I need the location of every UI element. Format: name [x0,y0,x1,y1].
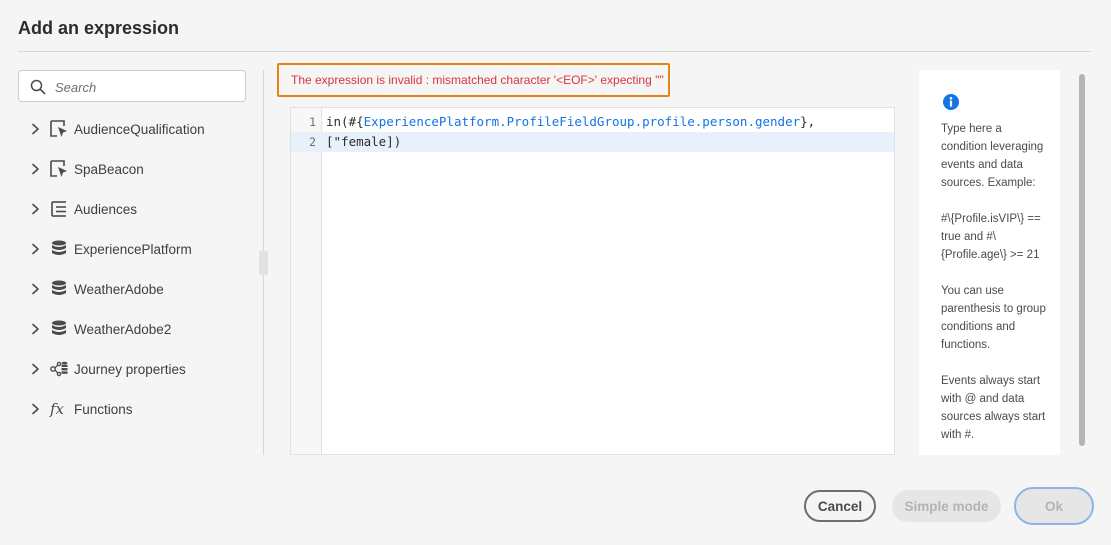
tree-item-label: WeatherAdobe [74,281,164,297]
data-source-tree: AudienceQualification SpaBeacon Audience… [26,109,256,429]
chevron-right-icon[interactable] [26,360,44,378]
tree-item-journey-properties[interactable]: Journey properties [26,349,256,389]
tree-item-label: Audiences [74,201,138,217]
simple-mode-button[interactable]: Simple mode [892,490,1001,522]
tree-item-label: Journey properties [74,361,186,377]
dialog-title: Add an expression [18,18,180,38]
editor-line[interactable]: 1 in(#{ExperiencePlatform.ProfileFieldGr… [291,112,894,132]
code-field-path: ExperiencePlatform.ProfileFieldGroup.pro… [363,114,801,129]
tree-item-weatheradobe[interactable]: WeatherAdobe [26,269,256,309]
search-input[interactable] [53,75,242,99]
tree-item-spabeacon[interactable]: SpaBeacon [26,149,256,189]
ok-button[interactable]: Ok [1014,487,1094,525]
help-panel: Type here a condition leveraging events … [919,70,1060,455]
tree-item-audiences[interactable]: Audiences [26,189,256,229]
list-tree-icon [48,198,70,220]
help-scrollbar[interactable] [1076,70,1088,455]
chevron-right-icon[interactable] [26,320,44,338]
search-box[interactable] [18,70,246,102]
function-icon: fx [48,398,70,420]
chevron-right-icon[interactable] [26,280,44,298]
code-suffix: }, [800,114,816,129]
event-cursor-icon [48,118,70,140]
journey-properties-icon [48,358,70,380]
cancel-button[interactable]: Cancel [804,490,876,522]
database-icon [48,238,70,260]
chevron-right-icon[interactable] [26,240,44,258]
chevron-right-icon[interactable] [26,200,44,218]
code-text: in(#{ExperiencePlatform.ProfileFieldGrou… [326,112,815,132]
expression-editor[interactable]: 1 in(#{ExperiencePlatform.ProfileFieldGr… [290,107,895,455]
info-icon [943,94,959,110]
code-prefix: in(#{ [326,114,364,129]
tree-item-label: Functions [74,401,133,417]
chevron-right-icon[interactable] [26,120,44,138]
editor-line-active[interactable]: 2 ["female]) [291,132,894,152]
tree-item-label: AudienceQualification [74,121,205,137]
title-divider [18,51,1091,52]
line-number-gutter [291,108,322,454]
database-icon [48,278,70,300]
search-icon [30,79,46,95]
code-text-error: ["female]) [326,134,402,149]
tree-item-functions[interactable]: fx Functions [26,389,256,429]
event-cursor-icon [48,158,70,180]
help-text: Type here a condition leveraging events … [941,123,1046,441]
tree-item-weatheradobe2[interactable]: WeatherAdobe2 [26,309,256,349]
line-number: 1 [309,115,316,129]
svg-text:fx: fx [49,400,65,418]
scrollbar-thumb[interactable] [1079,74,1085,446]
tree-item-label: SpaBeacon [74,161,144,177]
line-number: 2 [309,135,316,149]
tree-item-experienceplatform[interactable]: ExperiencePlatform [26,229,256,269]
database-icon [48,318,70,340]
panel-resize-handle[interactable] [259,251,268,275]
error-banner: The expression is invalid : mismatched c… [277,63,670,97]
chevron-right-icon[interactable] [26,160,44,178]
tree-item-label: WeatherAdobe2 [74,321,172,337]
tree-item-label: ExperiencePlatform [74,241,192,257]
chevron-right-icon[interactable] [26,400,44,418]
tree-item-audiencequalification[interactable]: AudienceQualification [26,109,256,149]
